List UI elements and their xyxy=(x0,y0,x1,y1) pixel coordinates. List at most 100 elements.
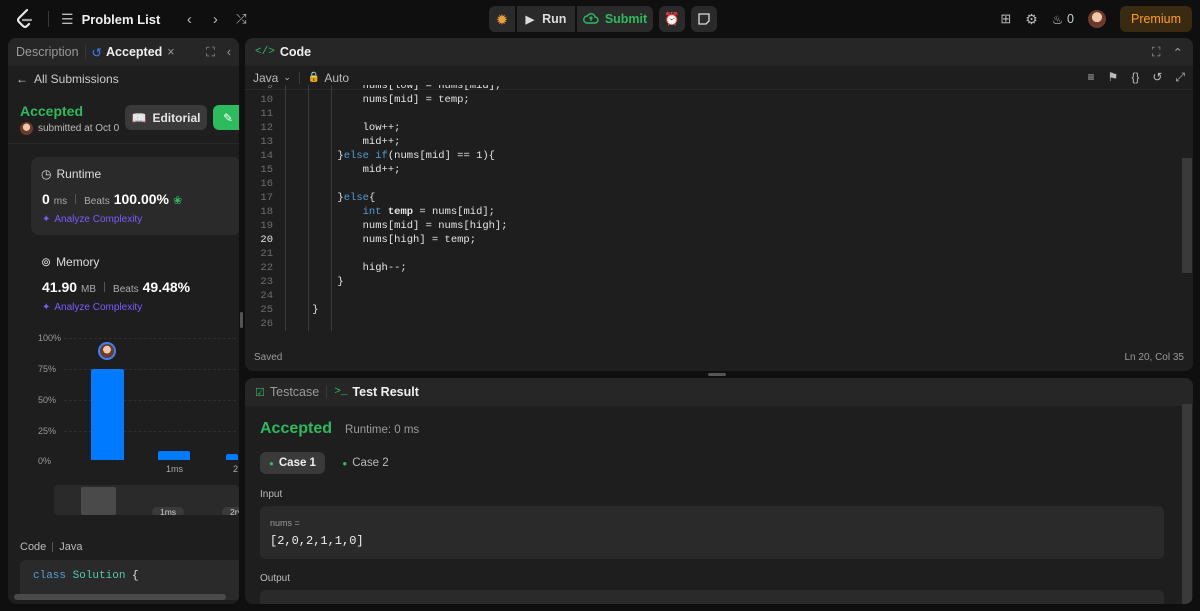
code-text: mid++; xyxy=(287,164,401,176)
problem-list-link[interactable]: Problem List xyxy=(82,12,161,27)
tab-test-result[interactable]: Test Result xyxy=(352,385,418,399)
code-line[interactable]: 24 xyxy=(251,289,1175,303)
submit-label: Submit xyxy=(604,12,648,26)
your-submission-avatar xyxy=(98,342,116,360)
format-icon[interactable]: ≡ xyxy=(1088,70,1095,85)
prev-problem-icon[interactable]: ‹ xyxy=(176,11,202,28)
braces-icon[interactable]: {} xyxy=(1131,70,1139,85)
code-line[interactable]: 10 nums[mid] = temp; xyxy=(251,93,1175,107)
line-number: 15 xyxy=(260,164,273,176)
code-lines[interactable]: 9 nums[low] = nums[mid]; 10 nums[mid] = t… xyxy=(245,85,1175,339)
chart-bar[interactable] xyxy=(91,368,124,460)
input-label: Input xyxy=(260,489,283,500)
result-runtime: Runtime: 0 ms xyxy=(345,424,420,436)
streak-flame[interactable]: ♨ 0 xyxy=(1052,12,1074,27)
line-number: 14 xyxy=(260,150,273,162)
tab-description[interactable]: Description xyxy=(16,45,79,59)
language-value: Java xyxy=(253,70,279,85)
code-editor-panel: </> Code ⛶ ⌃ Java ⌄ 🔒 Auto ≡ ⚑ {} ↺ ⤢ 9 … xyxy=(245,38,1193,371)
code-line[interactable]: 21 xyxy=(251,247,1175,261)
next-problem-icon[interactable]: › xyxy=(202,11,228,28)
play-icon: ▶ xyxy=(525,13,535,26)
line-number: 19 xyxy=(260,220,273,232)
code-line[interactable]: 17 }else{ xyxy=(251,191,1175,205)
code-line[interactable]: 25 } xyxy=(251,303,1175,317)
back-link[interactable]: ← All Submissions xyxy=(16,72,119,86)
language-select[interactable]: Java ⌄ xyxy=(253,71,291,85)
memory-section[interactable]: ⊚ Memory 41.90 MB Beats 49.48% ✦ Analyze… xyxy=(31,245,239,323)
reset-icon[interactable]: ↺ xyxy=(1152,70,1162,85)
settings-gear-icon[interactable]: ⚙ xyxy=(1025,11,1038,28)
code-line[interactable]: 9 nums[low] = nums[mid]; xyxy=(251,85,1175,93)
chart-bar[interactable] xyxy=(226,453,238,460)
vertical-scrollbar[interactable] xyxy=(1182,158,1192,273)
code-text: low++; xyxy=(287,122,401,134)
editorial-button[interactable]: 📖 Editorial xyxy=(125,105,207,130)
code-line[interactable]: 23 } xyxy=(251,275,1175,289)
premium-button[interactable]: Premium xyxy=(1119,6,1192,32)
submission-panel: Description ↺ Accepted × ⛶ ‹ ← All Submi… xyxy=(8,38,239,604)
case-1-tab[interactable]: ● Case 1 xyxy=(260,452,325,474)
editor-resize-handle[interactable] xyxy=(708,373,726,376)
horizontal-scrollbar[interactable] xyxy=(14,594,226,600)
submit-button[interactable]: Submit xyxy=(577,6,653,32)
input-box: nums = [2,0,2,1,1,0] xyxy=(260,506,1164,559)
notes-button[interactable] xyxy=(691,6,717,32)
code-keyword: class xyxy=(33,570,67,582)
code-text: }else if(nums[mid] == 1){ xyxy=(287,150,495,162)
code-line[interactable]: 13 mid++; xyxy=(251,135,1175,149)
code-header: </> Code ⛶ ⌃ xyxy=(245,38,1193,66)
runtime-unit: ms xyxy=(53,196,68,207)
close-tab-icon[interactable]: × xyxy=(167,45,174,59)
user-avatar[interactable] xyxy=(1087,10,1106,28)
code-line[interactable]: 16 xyxy=(251,177,1175,191)
tab-testcase[interactable]: Testcase xyxy=(270,385,319,399)
chart-bar[interactable] xyxy=(158,451,190,460)
range-selector[interactable]: 1ms 2n xyxy=(54,485,239,515)
panel-resize-handle[interactable] xyxy=(240,312,243,328)
fullscreen-icon[interactable]: ⤢ xyxy=(1175,70,1185,85)
analyze-complexity-runtime[interactable]: ✦ Analyze Complexity xyxy=(42,214,142,225)
run-button[interactable]: ▶ Run xyxy=(517,6,575,32)
collapse-icon[interactable]: ‹ xyxy=(227,45,231,59)
vertical-scrollbar[interactable] xyxy=(1182,404,1192,604)
y-tick-label: 100% xyxy=(38,333,62,343)
tab-accepted[interactable]: Accepted xyxy=(106,45,162,59)
layout-grid-icon[interactable]: ⊞ xyxy=(1000,11,1011,27)
timer-button[interactable]: ⏰ xyxy=(659,6,685,32)
list-icon[interactable]: ☰ xyxy=(61,11,74,28)
line-number: 17 xyxy=(260,192,273,204)
code-punct: { xyxy=(125,570,139,582)
collapse-up-icon[interactable]: ⌃ xyxy=(1173,45,1183,60)
range-handle[interactable] xyxy=(81,487,116,515)
code-line[interactable]: 12 low++; xyxy=(251,121,1175,135)
leetcode-logo[interactable] xyxy=(14,8,36,30)
debug-button[interactable]: ✹ xyxy=(489,6,515,32)
submission-status: Accepted xyxy=(20,103,84,119)
test-result-panel: ☑ Testcase >_ Test Result Accepted Runti… xyxy=(245,378,1193,604)
expand-icon[interactable]: ⛶ xyxy=(1152,45,1161,60)
solution-button[interactable]: ✎ xyxy=(213,105,239,130)
code-line[interactable]: 20 nums[high] = temp; xyxy=(251,233,1175,247)
shuffle-icon[interactable]: ⤮ xyxy=(228,11,254,27)
code-label: Code xyxy=(20,541,47,553)
terminal-icon: >_ xyxy=(334,386,348,398)
bookmark-icon[interactable]: ⚑ xyxy=(1108,70,1119,85)
auto-mode[interactable]: Auto xyxy=(324,71,349,85)
code-line[interactable]: 22 high--; xyxy=(251,261,1175,275)
code-line[interactable]: 11 xyxy=(251,107,1175,121)
code-line[interactable]: 18 int temp = nums[mid]; xyxy=(251,205,1175,219)
code-line[interactable]: 14 }else if(nums[mid] == 1){ xyxy=(251,149,1175,163)
runtime-card[interactable]: ◷ Runtime 0 ms Beats 100.00% ❀ ✦ Analyze… xyxy=(31,157,239,235)
x-tick-label: 2 xyxy=(233,464,239,474)
code-line[interactable]: 15 mid++; xyxy=(251,163,1175,177)
code-line[interactable]: 26 xyxy=(251,317,1175,331)
code-line[interactable]: 19 nums[mid] = nums[high]; xyxy=(251,219,1175,233)
submitted-at: submitted at Oct 0 xyxy=(38,123,120,134)
expand-icon[interactable]: ⛶ xyxy=(206,45,215,60)
divider xyxy=(104,282,106,292)
case-2-tab[interactable]: ● Case 2 xyxy=(333,452,398,474)
analyze-complexity-memory[interactable]: ✦ Analyze Complexity xyxy=(42,302,142,313)
run-label: Run xyxy=(542,12,567,26)
line-number: 13 xyxy=(260,136,273,148)
